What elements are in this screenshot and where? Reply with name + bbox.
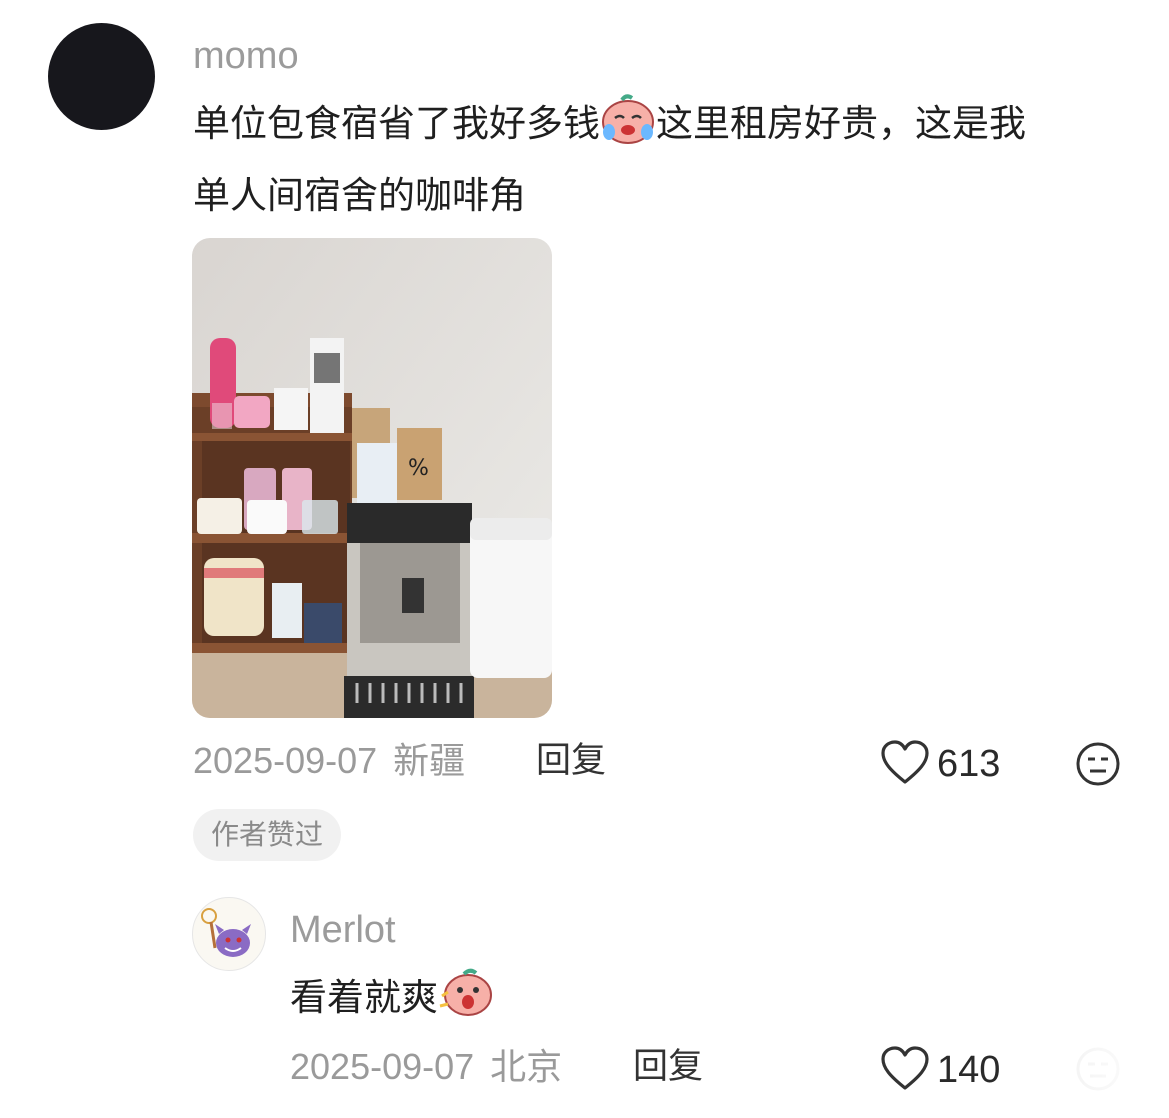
dislike-face-icon[interactable]: [1075, 741, 1121, 791]
comment-location: 北京: [490, 1046, 563, 1087]
avatar[interactable]: [48, 23, 155, 130]
comment-photo[interactable]: %: [192, 238, 552, 718]
shocked-peach-emoji-icon: [438, 966, 494, 1038]
like-count: 140: [937, 1049, 1001, 1091]
comment-meta: 2025-09-07 新疆: [193, 741, 465, 781]
comment-meta: 2025-09-07 北京: [290, 1047, 562, 1087]
comment-text: 单位包食宿省了我好多钱 这里租房好贵，这是我 单人间宿舍的咖啡角: [193, 92, 1133, 228]
reply-button[interactable]: 回复: [633, 1047, 703, 1087]
heart-icon: [880, 740, 930, 790]
comment-location: 新疆: [393, 740, 466, 781]
comment-text-line: 单人间宿舍的咖啡角: [193, 174, 526, 217]
svg-text:%: %: [408, 456, 429, 481]
comment-text-part: 看着就爽: [290, 976, 438, 1019]
like-count: 613: [937, 743, 1001, 785]
comment-text-part: 单位包食宿省了我好多钱: [193, 102, 600, 145]
reply-button[interactable]: 回复: [536, 741, 606, 781]
comment-text: 看着就爽: [290, 966, 494, 1038]
comment-date: 2025-09-07: [290, 1046, 475, 1087]
comment-username[interactable]: Merlot: [290, 910, 396, 950]
bottom-fade-overlay: [1000, 1040, 1169, 1118]
author-liked-badge: 作者赞过: [193, 809, 342, 861]
heart-icon: [880, 1046, 930, 1096]
comment-text-part: 这里租房好贵，这是我: [656, 102, 1026, 145]
avatar[interactable]: [192, 897, 266, 971]
crying-peach-emoji-icon: [600, 94, 656, 164]
comment-date: 2025-09-07: [193, 740, 378, 781]
comment-username[interactable]: momo: [193, 36, 299, 76]
